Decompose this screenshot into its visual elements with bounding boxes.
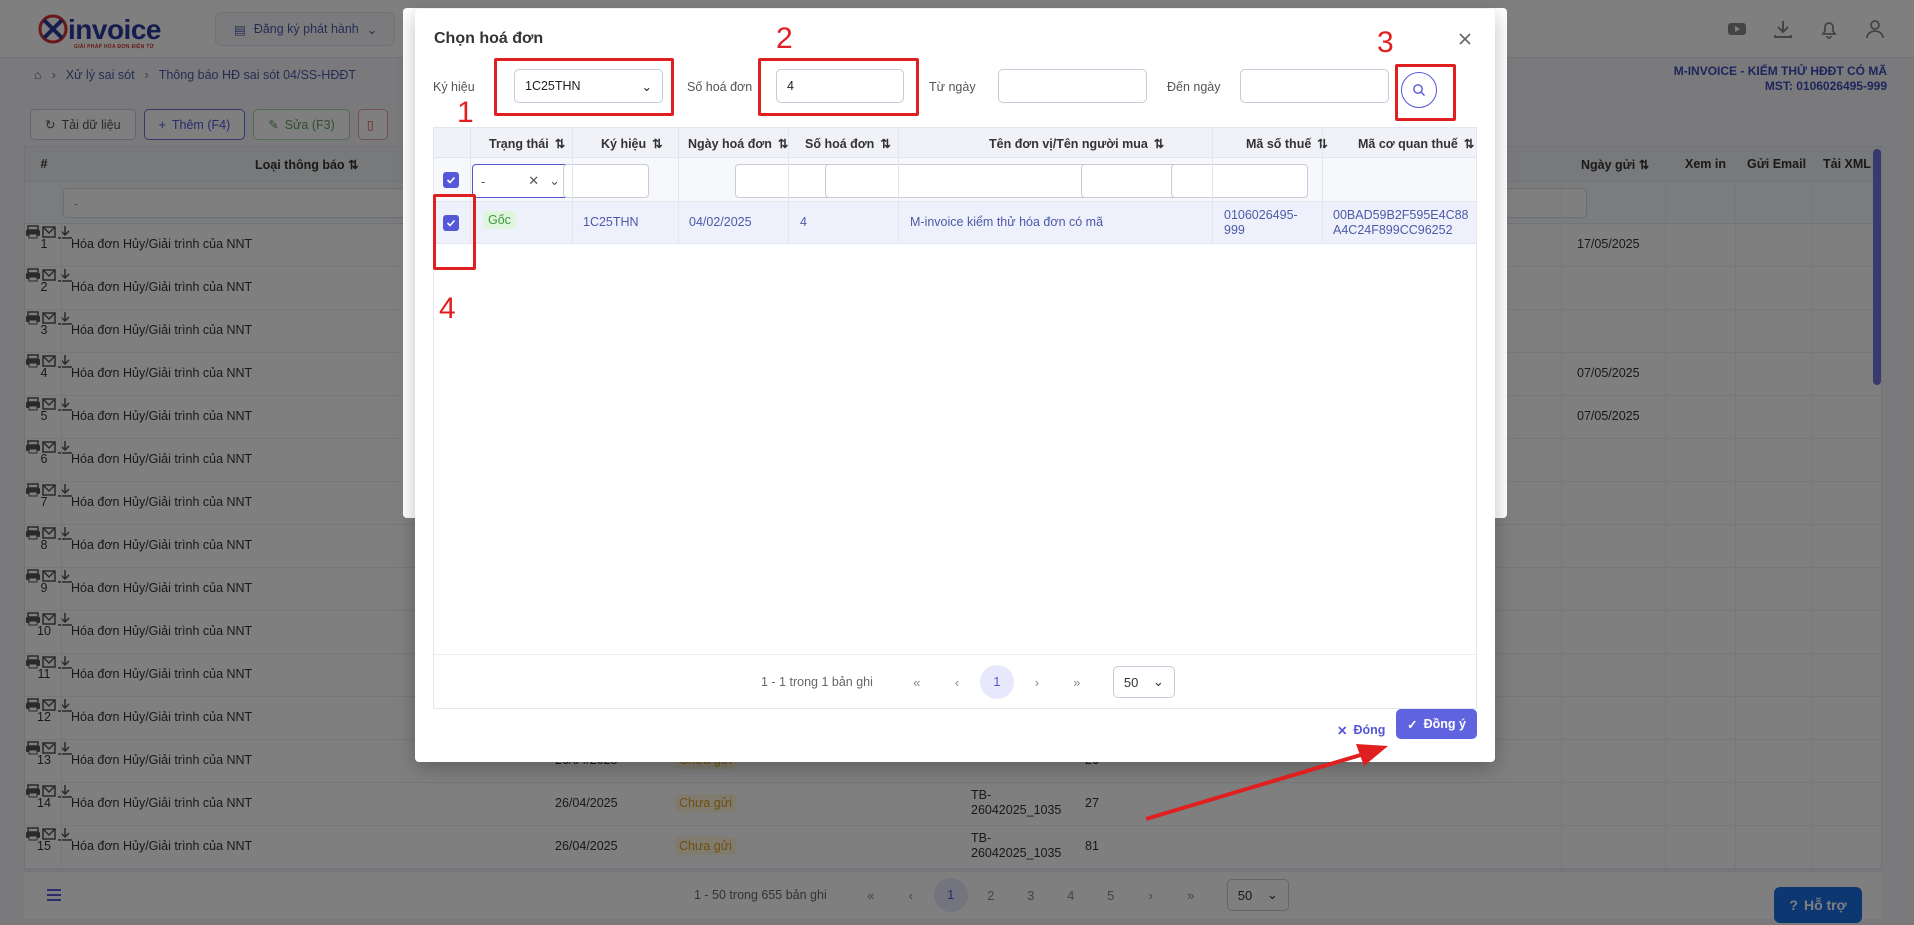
- row-authority-line2: A4C24F899CC96252: [1333, 223, 1453, 237]
- agree-button[interactable]: ✓ Đồng ý: [1396, 709, 1477, 739]
- chevron-down-icon: ⌄: [1152, 674, 1164, 689]
- row-tax-line2: 999: [1224, 223, 1245, 237]
- grid-pager-info: 1 - 1 trong 1 bản ghi: [761, 675, 873, 689]
- col-tax[interactable]: Mã số thuế⇅: [1246, 136, 1328, 152]
- col-status-label: Trạng thái: [489, 136, 549, 151]
- symbol-filter-input[interactable]: [563, 164, 649, 198]
- col-buyer[interactable]: Tên đơn vị/Tên người mua ⇅: [989, 136, 1165, 152]
- sort-icon: ⇅: [1463, 137, 1475, 151]
- table-row[interactable]: Gốc 1C25THN 04/02/2025 4 M-invoice kiểm …: [434, 202, 1476, 244]
- authority-filter-input[interactable]: [1171, 164, 1308, 198]
- tax-filter-input[interactable]: [1081, 164, 1179, 198]
- status-badge: Gốc: [483, 211, 516, 229]
- number-label: Số hoá đơn: [687, 80, 753, 94]
- buyer-filter-input[interactable]: [825, 164, 1125, 198]
- to-date-label: Đến ngày: [1167, 80, 1221, 94]
- select-all-checkbox[interactable]: [443, 172, 459, 188]
- annotation-number-4: 4: [439, 292, 456, 325]
- sort-icon: ⇅: [880, 137, 891, 151]
- from-date-label: Từ ngày: [929, 80, 976, 94]
- annotation-box-1: [494, 58, 674, 116]
- to-date-input[interactable]: [1240, 69, 1389, 103]
- annotation-number-3: 3: [1377, 26, 1394, 59]
- grid-page-size-select[interactable]: 50 ⌄: [1112, 666, 1175, 698]
- close-button[interactable]: ✕ Đóng: [1337, 715, 1385, 745]
- row-number: 4: [800, 215, 807, 229]
- col-authority[interactable]: Mã cơ quan thuế ⇅: [1358, 136, 1475, 152]
- col-buyer-label: Tên đơn vị/Tên người mua: [989, 136, 1148, 151]
- annotation-box-4: [433, 194, 476, 270]
- clear-icon[interactable]: ✕: [528, 173, 539, 189]
- choose-invoice-modal: Chọn hoá đơn Ký hiệu 1C25THN ⌄ Số hoá đơ…: [415, 9, 1495, 762]
- row-authority: 00BAD59B2F595E4C88 A4C24F899CC96252: [1333, 208, 1469, 238]
- status-filter-value: -: [481, 173, 486, 189]
- sort-icon: ⇅: [1153, 137, 1165, 151]
- row-symbol: 1C25THN: [583, 215, 639, 229]
- col-date-label: Ngày hoá đơn: [688, 136, 772, 151]
- col-authority-label: Mã cơ quan thuế: [1358, 136, 1458, 151]
- grid-pager-bar: 1 - 1 trong 1 bản ghi « ‹ 1 › » 50 ⌄: [434, 654, 1476, 708]
- agree-button-label: Đồng ý: [1423, 717, 1466, 731]
- row-tax: 0106026495- 999: [1224, 208, 1298, 238]
- status-filter-select[interactable]: - ✕ ⌄: [472, 164, 569, 198]
- annotation-box-2: [758, 58, 919, 116]
- last-page-icon[interactable]: »: [1057, 675, 1097, 690]
- sort-icon: ⇅: [777, 137, 789, 151]
- row-date: 04/02/2025: [689, 215, 752, 229]
- row-tax-line1: 0106026495-: [1224, 208, 1298, 222]
- row-buyer: M-invoice kiểm thử hóa đơn có mã: [910, 215, 1104, 229]
- col-tax-label: Mã số thuế: [1246, 136, 1312, 151]
- next-page-icon[interactable]: ›: [1017, 675, 1057, 690]
- prev-page-icon[interactable]: ‹: [937, 675, 977, 690]
- col-symbol-label: Ký hiệu: [601, 136, 647, 151]
- annotation-number-1: 1: [457, 96, 474, 129]
- number-filter-input[interactable]: [735, 164, 832, 198]
- grid-page-1[interactable]: 1: [979, 665, 1014, 699]
- grid-filter-row: - ✕ ⌄: [434, 158, 1476, 202]
- check-icon: ✓: [1407, 717, 1418, 732]
- annotation-box-3: [1395, 64, 1456, 121]
- grid-page-size-value: 50: [1123, 674, 1139, 690]
- symbol-label: Ký hiệu: [433, 80, 475, 94]
- chevron-down-icon: ⌄: [549, 173, 560, 188]
- first-page-icon[interactable]: «: [897, 675, 937, 690]
- close-icon[interactable]: [1456, 30, 1474, 48]
- sort-icon: ⇅: [554, 137, 566, 151]
- col-date[interactable]: Ngày hoá đơn ⇅: [688, 136, 789, 152]
- annotation-number-2: 2: [776, 22, 793, 55]
- modal-title: Chọn hoá đơn: [434, 30, 544, 47]
- invoice-grid: Trạng thái ⇅ Ký hiệu ⇅ Ngày hoá đơn ⇅ Số ho…: [433, 127, 1477, 709]
- grid-header: Trạng thái ⇅ Ký hiệu ⇅ Ngày hoá đơn ⇅ Số ho…: [434, 128, 1476, 158]
- col-symbol[interactable]: Ký hiệu ⇅: [601, 136, 663, 152]
- grid-pager: 1 - 1 trong 1 bản ghi « ‹ 1 › » 50 ⌄: [761, 665, 1175, 699]
- x-icon: ✕: [1337, 723, 1348, 738]
- from-date-input[interactable]: [998, 69, 1147, 103]
- col-status[interactable]: Trạng thái ⇅: [489, 136, 566, 152]
- col-number[interactable]: Số hoá đơn ⇅: [805, 136, 891, 152]
- col-number-label: Số hoá đơn: [805, 136, 875, 151]
- close-button-label: Đóng: [1353, 723, 1386, 737]
- row-authority-line1: 00BAD59B2F595E4C88: [1333, 208, 1469, 222]
- sort-icon: ⇅: [652, 137, 663, 151]
